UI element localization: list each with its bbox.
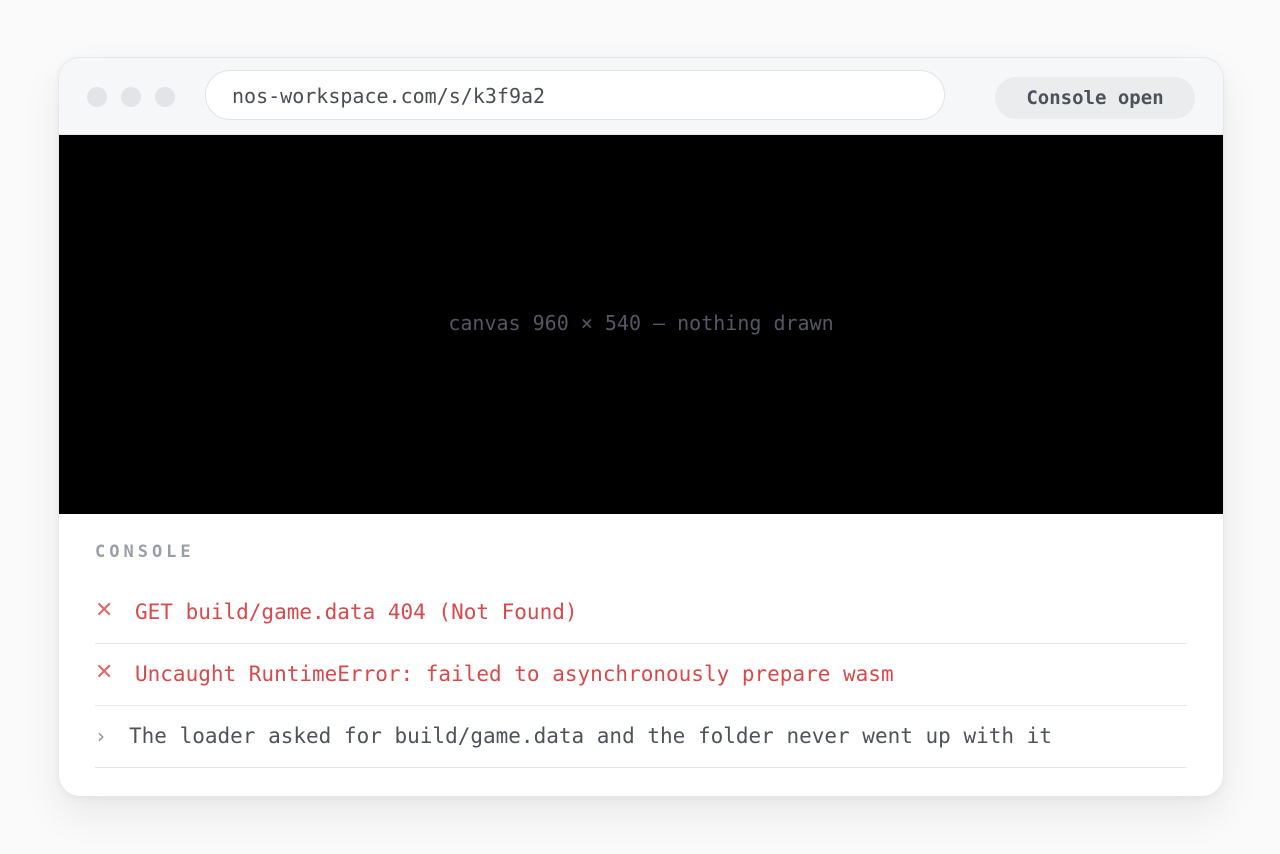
- window-maximize-dot[interactable]: [155, 87, 175, 107]
- console-entry-error[interactable]: ✕ GET build/game.data 404 (Not Found): [95, 582, 1187, 644]
- console-entry-text: Uncaught RuntimeError: failed to asynchr…: [135, 662, 894, 686]
- address-bar[interactable]: nos-workspace.com/s/k3f9a2: [205, 70, 945, 120]
- x-icon: ✕: [95, 660, 114, 685]
- url-text: nos-workspace.com/s/k3f9a2: [232, 84, 546, 108]
- game-canvas[interactable]: canvas 960 × 540 — nothing drawn: [59, 135, 1223, 514]
- x-icon: ✕: [95, 598, 114, 623]
- console-heading: CONSOLE: [95, 542, 195, 562]
- console-entry-error[interactable]: ✕ Uncaught RuntimeError: failed to async…: [95, 644, 1187, 706]
- window-close-dot[interactable]: [87, 87, 107, 107]
- browser-toolbar: nos-workspace.com/s/k3f9a2 Console open: [59, 58, 1223, 135]
- chevron-right-icon: ›: [97, 724, 105, 748]
- console-entry-log[interactable]: › The loader asked for build/game.data a…: [95, 706, 1187, 768]
- console-entry-text: GET build/game.data 404 (Not Found): [135, 600, 578, 624]
- canvas-caption: canvas 960 × 540 — nothing drawn: [448, 311, 834, 335]
- console-entry-text: The loader asked for build/game.data and…: [129, 724, 1052, 748]
- console-status-pill[interactable]: Console open: [995, 77, 1195, 119]
- browser-window: nos-workspace.com/s/k3f9a2 Console open …: [58, 57, 1224, 797]
- window-minimize-dot[interactable]: [121, 87, 141, 107]
